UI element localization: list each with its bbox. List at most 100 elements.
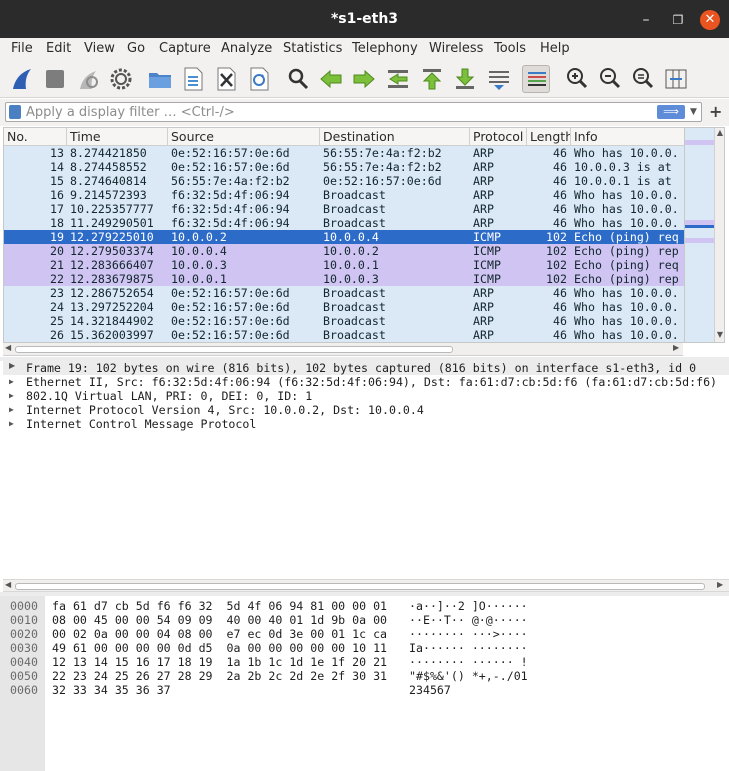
details-horizontal-scrollbar[interactable]: ◀ ▶ [3, 579, 729, 592]
go-first-packet-icon[interactable] [418, 65, 446, 93]
packet-row[interactable]: 13 8.274421850 0e:52:16:57:0e:6d 56:55:7e:4… [4, 146, 684, 160]
detail-row-frame[interactable]: Frame 19: 102 bytes on wire (816 bits), … [3, 361, 729, 375]
expand-arrow-icon[interactable]: ▶ [9, 389, 14, 403]
open-folder-icon[interactable] [146, 65, 174, 93]
bytes-ascii[interactable]: ·a··]··2 ]O······ [409, 599, 528, 613]
packet-row[interactable]: 20 12.279503374 10.0.0.4 10.0.0.2 ICMP 102 Ech… [4, 244, 684, 258]
menu-capture[interactable]: Capture [159, 41, 211, 56]
scroll-right-arrow-icon[interactable]: ▶ [673, 343, 679, 352]
colorize-icon[interactable] [522, 65, 550, 93]
autoscroll-icon[interactable] [485, 65, 513, 93]
bytes-offset[interactable]: 0060 [10, 683, 38, 697]
scroll-right-arrow-icon[interactable]: ▶ [717, 580, 723, 589]
packet-row[interactable]: 21 12.283666407 10.0.0.3 10.0.0.1 ICMP 102 Ech… [4, 258, 684, 272]
apply-filter-arrow-icon[interactable]: ⟹ [657, 105, 685, 119]
filter-history-dropdown-icon[interactable]: ▼ [690, 105, 700, 119]
column-header-protocol[interactable]: Protocol [470, 128, 527, 146]
stop-square-icon[interactable] [41, 65, 69, 93]
expand-arrow-icon[interactable]: ▶ [9, 403, 14, 417]
zoom-normal-icon[interactable] [629, 65, 657, 93]
column-header-no[interactable]: No. [4, 128, 67, 146]
expand-arrow-icon[interactable]: ▶ [9, 375, 14, 389]
display-filter-input[interactable] [26, 104, 646, 120]
scrollbar-thumb[interactable] [15, 346, 453, 353]
menu-tools[interactable]: Tools [494, 41, 526, 56]
bytes-hex[interactable]: 22 23 24 25 26 27 28 29 2a 2b 2c 2d 2e 2… [52, 669, 387, 683]
menu-file[interactable]: File [11, 41, 33, 56]
packet-row[interactable]: 17 10.225357777 f6:32:5d:4f:06:94 Broadcast… [4, 202, 684, 216]
packet-row[interactable]: 18 11.249290501 f6:32:5d:4f:06:94 Broadcast… [4, 216, 684, 230]
column-header-destination[interactable]: Destination [320, 128, 470, 146]
scroll-left-arrow-icon[interactable]: ◀ [5, 343, 11, 352]
bytes-ascii[interactable]: ··E··T·· @·@····· [409, 613, 528, 627]
packet-row[interactable]: 23 12.286752654 0e:52:16:57:0e:6d Broadcast… [4, 286, 684, 300]
scroll-up-arrow-icon[interactable]: ▲ [715, 128, 724, 137]
packet-minimap[interactable] [684, 128, 715, 342]
filter-bookmark-icon[interactable] [9, 105, 21, 119]
restart-capture-icon[interactable] [74, 65, 102, 93]
column-header-time[interactable]: Time [67, 128, 168, 146]
go-forward-icon[interactable] [350, 65, 378, 93]
zoom-out-icon[interactable] [596, 65, 624, 93]
scroll-down-arrow-icon[interactable]: ▼ [715, 330, 724, 339]
bytes-offset[interactable]: 0050 [10, 669, 38, 683]
resize-columns-icon[interactable] [662, 65, 690, 93]
bytes-hex[interactable]: 00 02 0a 00 00 04 08 00 e7 ec 0d 3e 00 0… [52, 627, 387, 641]
packet-row[interactable]: 22 12.283679875 10.0.0.1 10.0.0.3 ICMP 102 Ech… [4, 272, 684, 286]
detail-row-ethernet[interactable]: ▶ Ethernet II, Src: f6:32:5d:4f:06:94 (f… [3, 375, 729, 389]
bytes-ascii[interactable]: Ia······ ········ [409, 641, 528, 655]
menu-analyze[interactable]: Analyze [221, 41, 272, 56]
bytes-ascii[interactable]: ········ ···>···· [409, 627, 528, 641]
packet-row[interactable]: 15 8.274640814 56:55:7e:4a:f2:b2 0e:52:16:5… [4, 174, 684, 188]
bytes-hex[interactable]: 12 13 14 15 16 17 18 19 1a 1b 1c 1d 1e 1… [52, 655, 387, 669]
menu-statistics[interactable]: Statistics [283, 41, 342, 56]
go-to-packet-icon[interactable] [384, 65, 412, 93]
expand-arrow-icon[interactable]: ▶ [9, 417, 14, 431]
expand-arrow-icon[interactable]: ▶ [9, 361, 15, 370]
go-last-packet-icon[interactable] [451, 65, 479, 93]
bytes-offset[interactable]: 0020 [10, 627, 38, 641]
close-button[interactable]: ✕ [700, 10, 720, 30]
capture-options-gear-icon[interactable] [107, 65, 135, 93]
shark-fin-start-icon[interactable] [8, 65, 36, 93]
add-filter-button-icon[interactable]: + [709, 102, 722, 121]
packet-row[interactable]: 24 13.297252204 0e:52:16:57:0e:6d Broadcast… [4, 300, 684, 314]
maximize-button[interactable]: ❐ [668, 10, 688, 30]
scrollbar-thumb[interactable] [15, 583, 705, 590]
bytes-ascii[interactable]: "#$%&'() *+,-./01 [409, 669, 528, 683]
packet-list-vertical-scrollbar[interactable]: ▲ ▼ [714, 128, 724, 342]
detail-row-icmp[interactable]: ▶ Internet Control Message Protocol [3, 417, 729, 431]
menu-wireless[interactable]: Wireless [429, 41, 483, 56]
detail-row-ipv4[interactable]: ▶ Internet Protocol Version 4, Src: 10.0… [3, 403, 729, 417]
minimize-button[interactable]: – [636, 10, 656, 30]
menu-view[interactable]: View [84, 41, 115, 56]
bytes-hex[interactable]: 08 00 45 00 00 54 09 09 40 00 40 01 1d 9… [52, 613, 387, 627]
column-header-info[interactable]: Info [571, 128, 684, 146]
bytes-hex[interactable]: fa 61 d7 cb 5d f6 f6 32 5d 4f 06 94 81 0… [52, 599, 387, 613]
menu-help[interactable]: Help [540, 41, 570, 56]
reload-file-icon[interactable] [245, 65, 273, 93]
packet-row[interactable]: 16 9.214572393 f6:32:5d:4f:06:94 Broadcast A… [4, 188, 684, 202]
zoom-in-icon[interactable] [563, 65, 591, 93]
bytes-ascii[interactable]: 234567 [409, 683, 451, 697]
column-header-source[interactable]: Source [168, 128, 320, 146]
bytes-offset[interactable]: 0000 [10, 599, 38, 613]
menu-go[interactable]: Go [127, 41, 145, 56]
bytes-offset[interactable]: 0040 [10, 655, 38, 669]
packet-row[interactable]: 26 15.362003997 0e:52:16:57:0e:6d Broadcast… [4, 328, 684, 342]
scroll-left-arrow-icon[interactable]: ◀ [5, 580, 11, 589]
bytes-ascii[interactable]: ········ ······ ! [409, 655, 528, 669]
packet-row[interactable]: 14 8.274458552 0e:52:16:57:0e:6d 56:55:7e:4… [4, 160, 684, 174]
packet-row[interactable]: 25 14.321844902 0e:52:16:57:0e:6d Broadcast… [4, 314, 684, 328]
menu-telephony[interactable]: Telephony [352, 41, 418, 56]
bytes-hex[interactable]: 32 33 34 35 36 37 [52, 683, 171, 697]
packet-list-horizontal-scrollbar[interactable]: ◀ ▶ [3, 343, 683, 356]
bytes-offset[interactable]: 0030 [10, 641, 38, 655]
bytes-offset[interactable]: 0010 [10, 613, 38, 627]
go-back-icon[interactable] [317, 65, 345, 93]
menu-edit[interactable]: Edit [46, 41, 71, 56]
detail-row-vlan[interactable]: ▶ 802.1Q Virtual LAN, PRI: 0, DEI: 0, ID… [3, 389, 729, 403]
packet-row[interactable]: 19 12.279225010 10.0.0.2 10.0.0.4 ICMP 102 Ech… [4, 230, 684, 244]
save-file-icon[interactable] [179, 65, 207, 93]
find-packet-icon[interactable] [284, 65, 312, 93]
